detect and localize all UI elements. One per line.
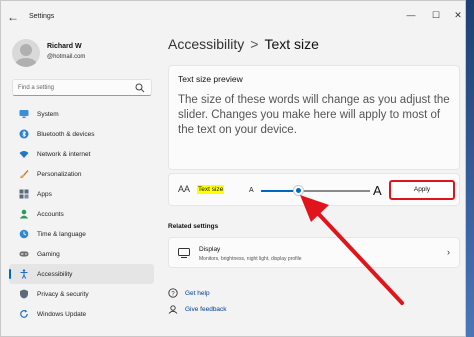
wifi-icon [19, 151, 29, 158]
breadcrumb-separator: > [250, 36, 259, 52]
sidebar-item-time-language[interactable]: Time & language [9, 224, 154, 244]
desktop-background [466, 0, 474, 337]
sidebar-item-bluetooth[interactable]: Bluetooth & devices [9, 124, 154, 144]
search-icon [135, 83, 145, 93]
user-name: Richard W [47, 43, 82, 50]
monitor-icon [19, 110, 29, 118]
sidebar-item-privacy[interactable]: Privacy & security [9, 284, 154, 304]
get-help-label: Get help [185, 289, 210, 297]
display-settings-link[interactable]: Display Monitors, brightness, night ligh… [168, 237, 460, 268]
sidebar-item-label: Time & language [37, 230, 86, 238]
sidebar-item-network[interactable]: Network & internet [9, 144, 154, 164]
update-icon [20, 309, 28, 318]
breadcrumb: Accessibility > Text size [168, 36, 319, 52]
sidebar-nav: System Bluetooth & devices Network & int… [9, 104, 154, 324]
apply-button[interactable]: Apply [389, 180, 455, 200]
page-title: Text size [264, 36, 319, 52]
sidebar-item-label: System [37, 110, 59, 118]
sidebar-item-label: Windows Update [37, 310, 87, 318]
user-email: @hotmail.com [47, 54, 86, 60]
sidebar-item-gaming[interactable]: Gaming [9, 244, 154, 264]
related-settings-heading: Related settings [168, 223, 219, 230]
sidebar-item-label: Personalization [37, 170, 82, 178]
give-feedback-label: Give feedback [185, 305, 227, 313]
display-subtitle: Monitors, brightness, night light, displ… [199, 256, 302, 262]
avatar[interactable] [12, 39, 40, 67]
sidebar-item-accessibility[interactable]: Accessibility [9, 264, 154, 284]
sidebar-item-accounts[interactable]: Accounts [9, 204, 154, 224]
search-input[interactable]: Find a setting [12, 79, 152, 96]
sidebar-item-label: Network & internet [37, 150, 91, 158]
get-help-link[interactable]: ? Get help [168, 288, 210, 298]
give-feedback-link[interactable]: Give feedback [168, 304, 227, 314]
sidebar-item-label: Bluetooth & devices [37, 130, 95, 138]
preview-title: Text size preview [178, 74, 243, 84]
sidebar-item-label: Accessibility [37, 270, 73, 278]
window-title: Settings [29, 13, 55, 20]
slider-track[interactable] [298, 190, 370, 192]
accessibility-icon [20, 269, 28, 279]
back-arrow-icon[interactable]: ← [7, 10, 19, 24]
minimize-button[interactable]: — [403, 10, 419, 20]
chevron-right-icon: › [447, 247, 450, 257]
sidebar-item-personalization[interactable]: Personalization [9, 164, 154, 184]
settings-window: ← Settings — ☐ ✕ Richard W @hotmail.com … [0, 0, 466, 337]
display-icon [178, 248, 190, 258]
brush-icon [20, 170, 29, 179]
bluetooth-icon [19, 129, 29, 139]
text-size-setting-card: AA Text size A A Apply [168, 173, 460, 206]
maximize-button[interactable]: ☐ [428, 10, 444, 21]
shield-icon [20, 289, 28, 299]
text-size-slider-thumb[interactable] [293, 185, 304, 196]
globe-clock-icon [19, 229, 29, 239]
preview-text: The size of these words will change as y… [178, 94, 450, 136]
sidebar-item-system[interactable]: System [9, 104, 154, 124]
slider-max-glyph: A [373, 183, 382, 198]
display-title: Display [199, 246, 221, 253]
sidebar-item-label: Apps [37, 190, 52, 198]
text-size-preview-card: Text size preview The size of these word… [168, 65, 460, 170]
title-bar: ← Settings — ☐ ✕ [1, 1, 465, 33]
sidebar-item-label: Accounts [37, 210, 64, 218]
text-size-label: Text size [197, 185, 225, 194]
sidebar-item-windows-update[interactable]: Windows Update [9, 304, 154, 324]
text-size-icon: AA [178, 184, 191, 194]
apps-icon [19, 189, 29, 199]
search-placeholder: Find a setting [18, 85, 55, 91]
help-icon: ? [168, 288, 178, 298]
breadcrumb-parent[interactable]: Accessibility [168, 36, 244, 52]
gamepad-icon [19, 251, 29, 257]
sidebar-item-label: Privacy & security [37, 290, 89, 298]
close-button[interactable]: ✕ [450, 10, 466, 21]
sidebar-item-label: Gaming [37, 250, 60, 258]
slider-min-glyph: A [249, 187, 254, 194]
sidebar-item-apps[interactable]: Apps [9, 184, 154, 204]
feedback-icon [168, 305, 178, 314]
person-icon [19, 209, 29, 219]
